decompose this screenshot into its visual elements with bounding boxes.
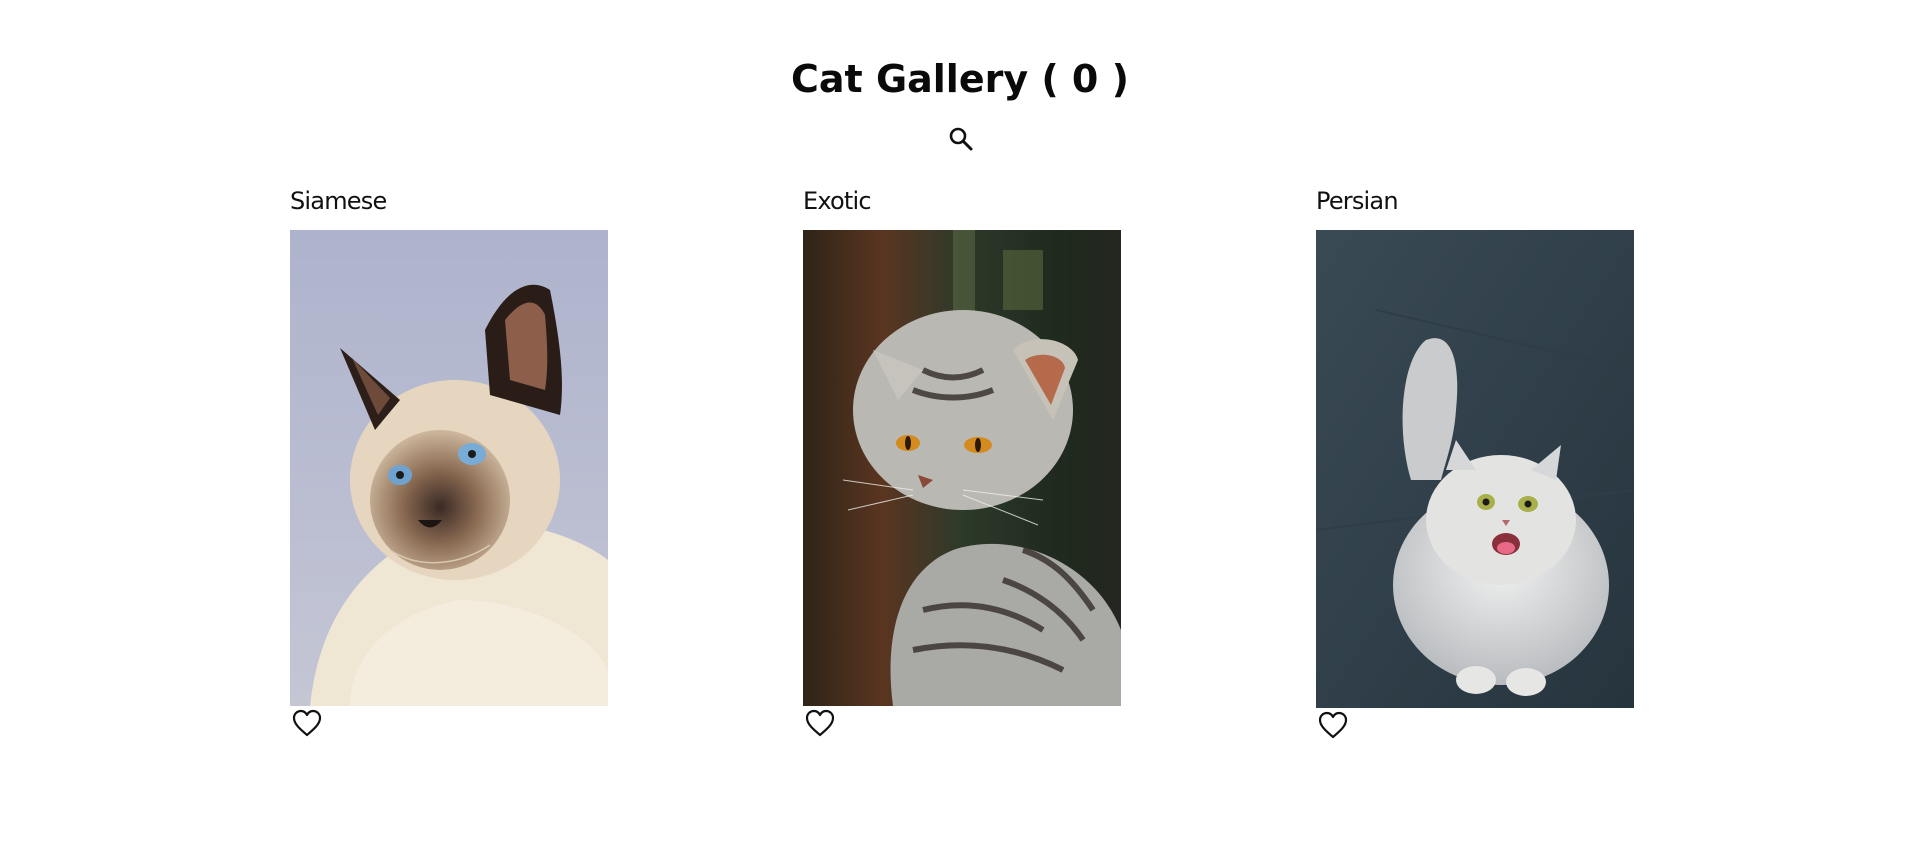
like-button[interactable] [803,708,837,738]
cat-card-exotic: Exotic [803,186,1121,738]
search-icon [946,124,976,154]
persian-cat-photo [1316,230,1634,708]
cat-card-persian: Persian [1316,186,1634,740]
cat-card-siamese: Siamese [290,186,608,738]
exotic-cat-photo [803,230,1121,706]
siamese-cat-photo [290,230,608,706]
heart-outline-icon [804,726,836,741]
cat-name: Siamese [290,186,608,218]
heart-outline-icon [291,726,323,741]
cat-name: Persian [1316,186,1634,218]
like-button[interactable] [1316,710,1350,740]
cat-name: Exotic [803,186,1121,218]
heart-outline-icon [1317,728,1349,743]
page-title: Cat Gallery ( 0 ) [0,50,1920,108]
like-button[interactable] [290,708,324,738]
cat-gallery-app: Cat Gallery ( 0 ) Siamese [0,0,1920,862]
search-button[interactable] [946,124,976,154]
